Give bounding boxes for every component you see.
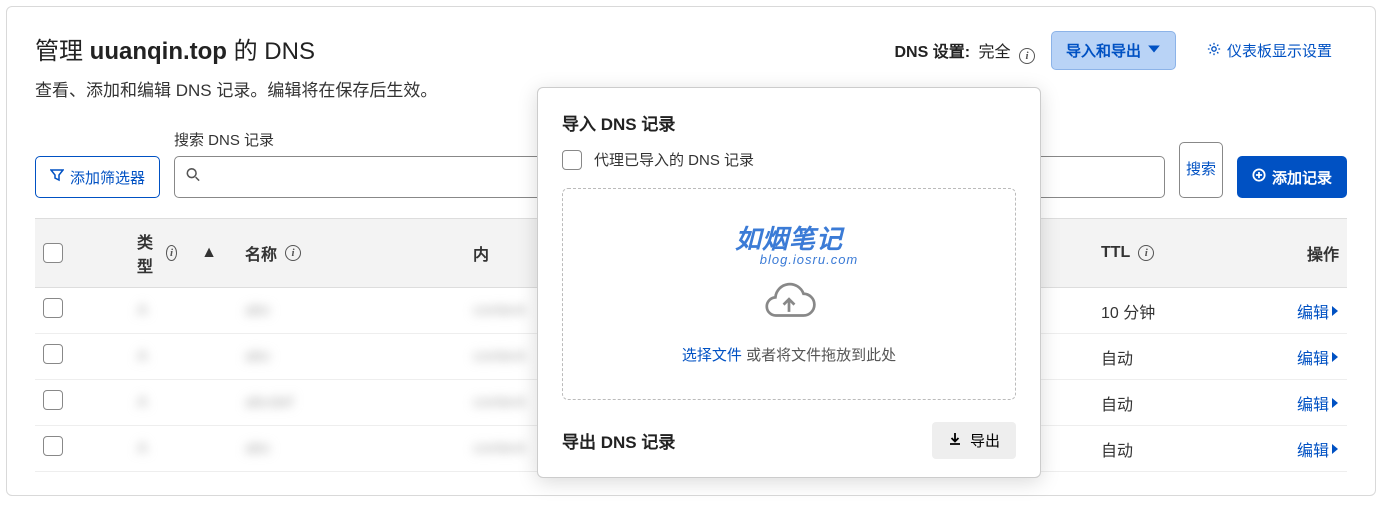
drop-suffix: 或者将文件拖放到此处: [742, 347, 896, 364]
import-export-button[interactable]: 导入和导出: [1051, 31, 1176, 70]
row-checkbox[interactable]: [43, 298, 63, 318]
edit-link[interactable]: 编辑: [1297, 345, 1339, 369]
gear-icon: [1207, 42, 1221, 60]
dashboard-settings-button[interactable]: 仪表板显示设置: [1192, 31, 1347, 70]
cell-ttl: 自动: [1101, 391, 1251, 415]
plus-circle-icon: [1252, 168, 1266, 186]
cell-ttl: 自动: [1101, 437, 1251, 461]
edit-link[interactable]: 编辑: [1297, 437, 1339, 461]
header-type[interactable]: 类型i▲: [87, 229, 237, 277]
proxy-checkbox-row[interactable]: 代理已导入的 DNS 记录: [562, 149, 1016, 170]
cell-type: A: [87, 440, 237, 458]
cell-ttl: 自动: [1101, 345, 1251, 369]
sort-caret-icon: ▲: [201, 244, 217, 262]
chevron-right-icon: [1331, 444, 1339, 454]
title-domain: uuanqin.top: [90, 38, 227, 65]
add-filter-button[interactable]: 添加筛选器: [35, 156, 160, 198]
search-button-label: 搜索: [1186, 162, 1216, 179]
search-icon: [186, 168, 200, 187]
header-actions: DNS 设置: 完全 i 导入和导出 仪表板显示设置: [894, 31, 1347, 70]
export-button[interactable]: 导出: [932, 422, 1016, 459]
edit-link[interactable]: 编辑: [1297, 299, 1339, 323]
info-icon[interactable]: i: [166, 245, 177, 261]
cell-name: abc: [245, 302, 465, 320]
cell-type: A: [87, 394, 237, 412]
proxy-checkbox-label: 代理已导入的 DNS 记录: [594, 149, 754, 170]
add-record-label: 添加记录: [1272, 167, 1332, 188]
info-icon[interactable]: i: [1019, 48, 1035, 64]
header-name[interactable]: 名称i: [245, 241, 465, 265]
cell-name: abcdef: [245, 394, 465, 412]
dns-setting-value: 完全: [979, 44, 1011, 61]
cell-type: A: [87, 302, 237, 320]
caret-down-icon: [1147, 42, 1161, 60]
subtitle: 查看、添加和编辑 DNS 记录。编辑将在保存后生效。: [35, 76, 437, 101]
watermark-url: blog.iosru.com: [760, 252, 859, 267]
search-button[interactable]: 搜索: [1179, 142, 1223, 198]
file-dropzone[interactable]: 如烟笔记 blog.iosru.com 选择文件 或者将文件拖放到此处: [562, 188, 1016, 400]
funnel-icon: [50, 168, 64, 186]
export-row: 导出 DNS 记录 导出: [562, 422, 1016, 459]
add-filter-label: 添加筛选器: [70, 167, 145, 188]
export-button-label: 导出: [970, 430, 1000, 451]
chevron-right-icon: [1331, 352, 1339, 362]
edit-link[interactable]: 编辑: [1297, 391, 1339, 415]
row-checkbox[interactable]: [43, 390, 63, 410]
info-icon[interactable]: i: [1138, 245, 1154, 261]
dashboard-settings-label: 仪表板显示设置: [1227, 40, 1332, 61]
info-icon[interactable]: i: [285, 245, 301, 261]
download-icon: [948, 432, 962, 450]
header-action: 操作: [1259, 241, 1339, 265]
title-suffix: 的 DNS: [227, 38, 315, 65]
dns-setting-text: DNS 设置:: [894, 44, 970, 61]
title-prefix: 管理: [35, 38, 90, 65]
watermark-text: 如烟笔记: [720, 219, 859, 256]
page-title: 管理 uuanqin.top 的 DNS: [35, 31, 437, 66]
row-checkbox[interactable]: [43, 436, 63, 456]
row-checkbox[interactable]: [43, 344, 63, 364]
chevron-right-icon: [1331, 306, 1339, 316]
chevron-right-icon: [1331, 398, 1339, 408]
header-checkbox-col: [43, 243, 79, 263]
cell-name: abc: [245, 348, 465, 366]
select-file-link[interactable]: 选择文件: [682, 347, 742, 364]
proxy-checkbox[interactable]: [562, 150, 582, 170]
import-export-label: 导入和导出: [1066, 40, 1141, 61]
export-title: 导出 DNS 记录: [562, 428, 675, 453]
title-block: 管理 uuanqin.top 的 DNS 查看、添加和编辑 DNS 记录。编辑将…: [35, 31, 437, 101]
drop-text: 选择文件 或者将文件拖放到此处: [583, 344, 995, 365]
add-record-button[interactable]: 添加记录: [1237, 156, 1347, 198]
cloud-upload-icon: [583, 279, 995, 328]
dns-setting-label: DNS 设置: 完全 i: [894, 38, 1034, 64]
import-title: 导入 DNS 记录: [562, 110, 1016, 135]
import-export-popup: 导入 DNS 记录 代理已导入的 DNS 记录 如烟笔记 blog.iosru.…: [537, 87, 1041, 478]
cell-ttl: 10 分钟: [1101, 299, 1251, 323]
select-all-checkbox[interactable]: [43, 243, 63, 263]
cell-name: abc: [245, 440, 465, 458]
cell-type: A: [87, 348, 237, 366]
dns-panel: 管理 uuanqin.top 的 DNS 查看、添加和编辑 DNS 记录。编辑将…: [6, 6, 1376, 496]
header-ttl[interactable]: TTLi: [1101, 244, 1251, 262]
